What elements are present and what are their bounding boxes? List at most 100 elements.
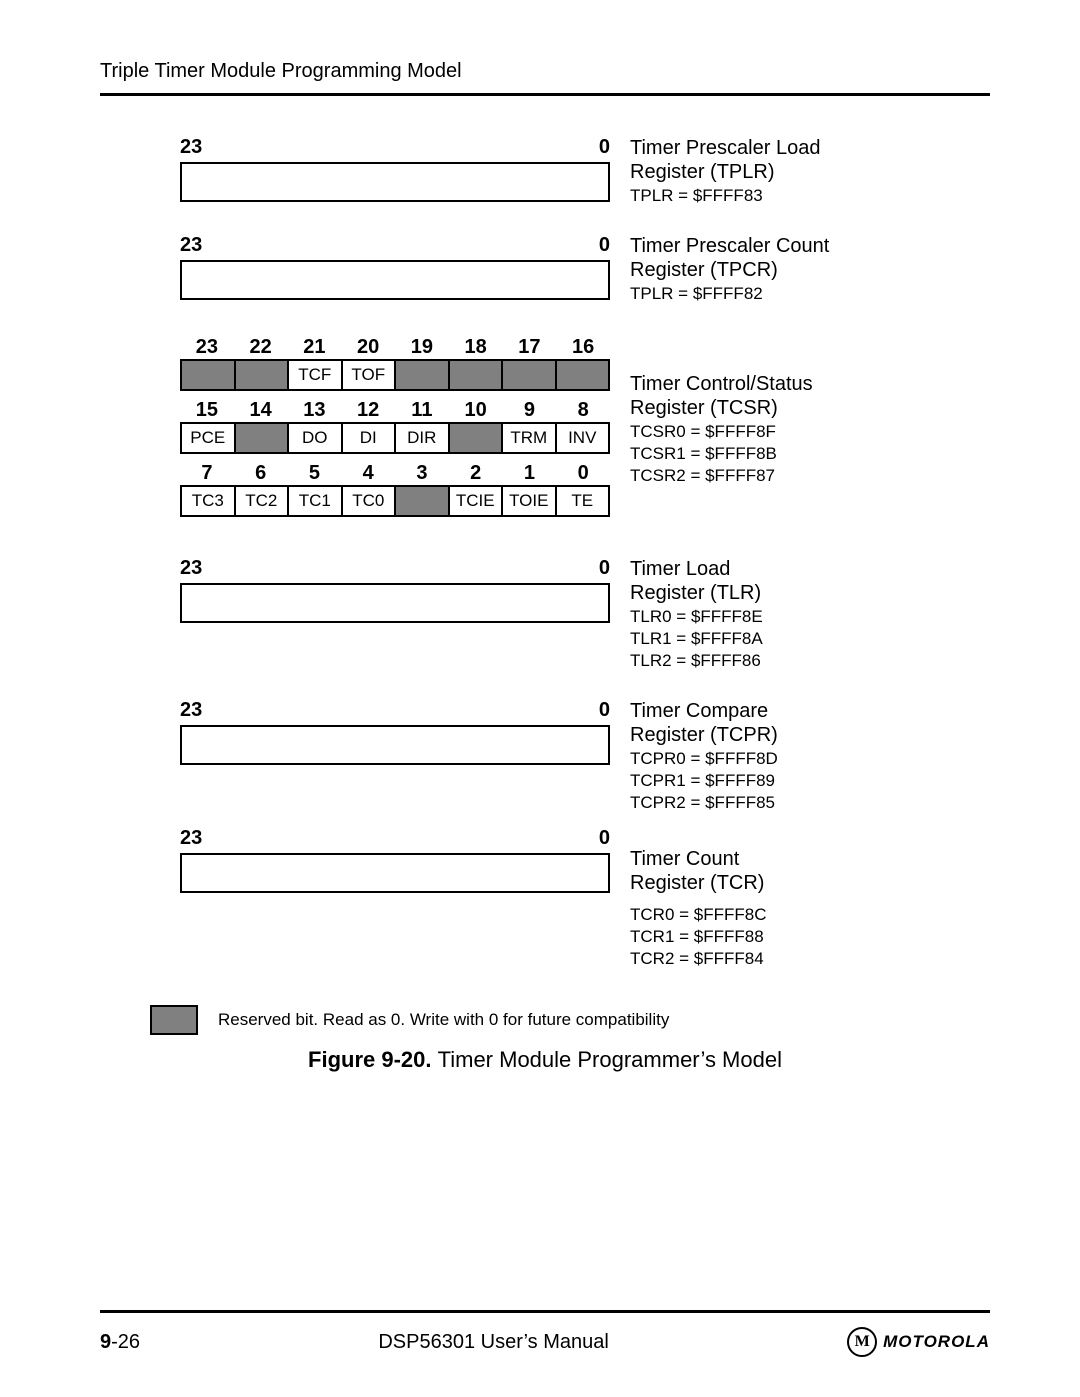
page-footer: 9-26 DSP56301 User’s Manual M MOTOROLA bbox=[100, 1310, 990, 1357]
register-address: TCPR2 = $FFFF85 bbox=[630, 793, 990, 813]
bit-number: 20 bbox=[341, 336, 395, 359]
manual-title: DSP56301 User’s Manual bbox=[378, 1331, 609, 1354]
register-address: TLR1 = $FFFF8A bbox=[630, 629, 990, 649]
bit-hi: 23 bbox=[180, 557, 202, 580]
bit-number: 21 bbox=[288, 336, 342, 359]
register-name: Register (TCPR) bbox=[630, 723, 990, 747]
legend: Reserved bit. Read as 0. Write with 0 fo… bbox=[150, 1005, 990, 1035]
bit-number: 0 bbox=[556, 462, 610, 485]
register-tcsr: 2322212019181716TCFTOF15141312111098PCED… bbox=[180, 332, 990, 517]
bit-number: 15 bbox=[180, 399, 234, 422]
register-address: TCR0 = $FFFF8C bbox=[630, 905, 990, 925]
bit-number: 19 bbox=[395, 336, 449, 359]
bit-number: 22 bbox=[234, 336, 288, 359]
bit-number: 17 bbox=[503, 336, 557, 359]
bit-field-cell: TC2 bbox=[236, 487, 290, 515]
bit-hi: 23 bbox=[180, 136, 202, 159]
bit-field-cell: TRM bbox=[503, 424, 557, 452]
page: Triple Timer Module Programming Model 23… bbox=[0, 0, 1080, 1397]
section-header: Triple Timer Module Programming Model bbox=[100, 60, 990, 83]
register-name: Register (TLR) bbox=[630, 581, 990, 605]
page-number: 9-26 bbox=[100, 1331, 140, 1354]
register-address: TCPR1 = $FFFF89 bbox=[630, 771, 990, 791]
bit-field-cell: TC0 bbox=[343, 487, 397, 515]
bit-field-cell: DI bbox=[343, 424, 397, 452]
register-box bbox=[180, 853, 610, 893]
bit-number: 5 bbox=[288, 462, 342, 485]
header-rule bbox=[100, 93, 990, 96]
bit-number: 6 bbox=[234, 462, 288, 485]
bit-number: 18 bbox=[449, 336, 503, 359]
register-address: TLR0 = $FFFF8E bbox=[630, 607, 990, 627]
bit-hi: 23 bbox=[180, 827, 202, 850]
bit-lo: 0 bbox=[599, 699, 610, 722]
chapter-number: 9 bbox=[100, 1331, 111, 1353]
register-name: Timer Compare bbox=[630, 699, 990, 723]
bit-field-cell: INV bbox=[557, 424, 611, 452]
bit-lo: 0 bbox=[599, 827, 610, 850]
bit-number: 10 bbox=[449, 399, 503, 422]
brand-text: MOTOROLA bbox=[883, 1332, 990, 1352]
reserved-swatch bbox=[150, 1005, 198, 1035]
register-name: Register (TCR) bbox=[630, 871, 990, 895]
register-name: Register (TCSR) bbox=[630, 396, 990, 420]
reserved-bit-cell bbox=[450, 424, 504, 452]
register-name: Timer Prescaler Load bbox=[630, 136, 990, 160]
register-box bbox=[180, 583, 610, 623]
bit-number: 1 bbox=[503, 462, 557, 485]
bit-numbers-row: 15141312111098 bbox=[180, 399, 610, 422]
bit-number: 7 bbox=[180, 462, 234, 485]
bit-number: 3 bbox=[395, 462, 449, 485]
bit-field-cell: PCE bbox=[182, 424, 236, 452]
bit-number: 14 bbox=[234, 399, 288, 422]
bit-numbers-row: 76543210 bbox=[180, 462, 610, 485]
footer-rule bbox=[100, 1310, 990, 1313]
bit-lo: 0 bbox=[599, 136, 610, 159]
register-address: TCSR0 = $FFFF8F bbox=[630, 422, 990, 442]
caption-title: Timer Module Programmer’s Model bbox=[438, 1047, 782, 1072]
register-name: Timer Control/Status bbox=[630, 372, 990, 396]
register-address: TCSR1 = $FFFF8B bbox=[630, 444, 990, 464]
bit-number: 8 bbox=[556, 399, 610, 422]
register-address: TCPR0 = $FFFF8D bbox=[630, 749, 990, 769]
register-box bbox=[180, 725, 610, 765]
register-tpcr: 23 0 Timer Prescaler Count Register (TPC… bbox=[180, 234, 990, 304]
register-box bbox=[180, 260, 610, 300]
register-tlr: 23 0 Timer Load Register (TLR) TLR0 = $F… bbox=[180, 557, 990, 671]
reserved-bit-cell bbox=[557, 361, 611, 389]
register-name: Timer Prescaler Count bbox=[630, 234, 990, 258]
bit-number: 11 bbox=[395, 399, 449, 422]
bit-lo: 0 bbox=[599, 234, 610, 257]
reserved-bit-cell bbox=[396, 487, 450, 515]
register-box bbox=[180, 162, 610, 202]
bit-field-cell: TCIE bbox=[450, 487, 504, 515]
bit-hi: 23 bbox=[180, 234, 202, 257]
bit-lo: 0 bbox=[599, 557, 610, 580]
register-name: Register (TPLR) bbox=[630, 160, 990, 184]
reserved-bit-cell bbox=[396, 361, 450, 389]
register-tplr: 23 0 Timer Prescaler Load Register (TPLR… bbox=[180, 136, 990, 206]
reserved-bit-cell bbox=[503, 361, 557, 389]
register-address: TCSR2 = $FFFF87 bbox=[630, 466, 990, 486]
reserved-bit-cell bbox=[236, 424, 290, 452]
bit-number: 2 bbox=[449, 462, 503, 485]
bit-number: 13 bbox=[288, 399, 342, 422]
reserved-bit-cell bbox=[182, 361, 236, 389]
bit-number: 4 bbox=[341, 462, 395, 485]
bit-number: 9 bbox=[503, 399, 557, 422]
bit-field-cell: TOF bbox=[343, 361, 397, 389]
bit-numbers-row: 2322212019181716 bbox=[180, 336, 610, 359]
register-tcpr: 23 0 Timer Compare Register (TCPR) TCPR0… bbox=[180, 699, 990, 813]
bit-field-cell: TC3 bbox=[182, 487, 236, 515]
bit-number: 23 bbox=[180, 336, 234, 359]
motorola-logo-icon: M bbox=[847, 1327, 877, 1357]
figure-caption: Figure 9-20. Timer Module Programmer’s M… bbox=[100, 1047, 990, 1073]
caption-number: Figure 9-20. bbox=[308, 1047, 438, 1072]
register-address: TLR2 = $FFFF86 bbox=[630, 651, 990, 671]
bit-field-cell: TE bbox=[557, 487, 611, 515]
bit-cells-row: TC3TC2TC1TC0TCIETOIETE bbox=[180, 485, 610, 517]
bit-field-cell: DIR bbox=[396, 424, 450, 452]
register-address: TCR2 = $FFFF84 bbox=[630, 949, 990, 969]
bit-number: 16 bbox=[556, 336, 610, 359]
bit-cells-row: TCFTOF bbox=[180, 359, 610, 391]
